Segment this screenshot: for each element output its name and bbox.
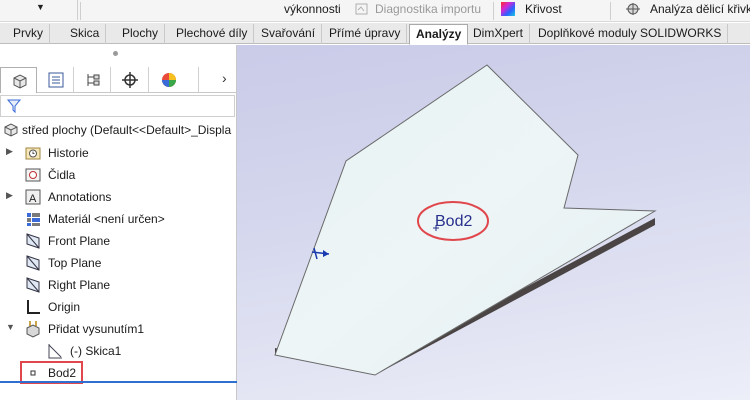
tab-solidworks-addins[interactable]: Doplňkové moduly SOLIDWORKS [532, 24, 729, 44]
property-manager-icon [48, 72, 64, 88]
feature-manager-icon [13, 74, 27, 89]
part-model: Bod2 [274, 64, 657, 376]
tab-property-manager[interactable] [37, 67, 74, 93]
tree-item-front-plane[interactable]: Front Plane [0, 230, 236, 252]
tree-item-label: Top Plane [48, 256, 102, 270]
tree-item-right-plane[interactable]: Right Plane [0, 274, 236, 296]
import-diagnostics-icon [355, 3, 368, 15]
rollback-bar[interactable] [0, 381, 237, 383]
filter-icon [6, 99, 22, 114]
tab-sheet-metal[interactable]: Plechové díly [170, 24, 255, 44]
tree-item-boss-extrude[interactable]: ▼ Přidat vysunutím1 [0, 318, 236, 340]
tree-item-label: Materiál <není určen> [48, 212, 165, 226]
tree-item-label: Čidla [48, 168, 76, 182]
tab-feature-manager[interactable] [0, 67, 37, 93]
command-tabs: Prvky Skica Plochy Plechové díly Svařová… [0, 23, 750, 45]
import-diagnostics-button[interactable]: Diagnostika importu [355, 2, 481, 16]
curvature-icon [501, 2, 515, 16]
origin-icon [27, 300, 40, 314]
tree-item-origin[interactable]: Origin [0, 296, 236, 318]
dimxpert-manager-icon [122, 72, 138, 88]
parting-line-label: Analýza dělicí křivky [650, 2, 750, 16]
tab-dimxpert[interactable]: DimXpert [467, 24, 531, 44]
tree-filter-bar[interactable] [0, 95, 235, 117]
configuration-manager-icon [87, 74, 100, 86]
history-folder-icon [25, 147, 41, 160]
part-root-node[interactable]: střed plochy (Default<<Default>_Displa [0, 121, 237, 139]
manager-tabs [0, 67, 237, 93]
expand-arrow-icon[interactable]: ▶ [6, 190, 13, 201]
tree-item-top-plane[interactable]: Top Plane [0, 252, 236, 274]
point-annotation[interactable]: Bod2 [435, 213, 472, 230]
import-diagnostics-label: Diagnostika importu [375, 2, 482, 16]
tab-direct-editing[interactable]: Přímé úpravy [323, 24, 408, 44]
sensors-icon [25, 168, 41, 182]
tab-surfaces[interactable]: Plochy [116, 24, 166, 44]
tree-item-label: Annotations [48, 190, 112, 204]
tree-item-sketch[interactable]: (-) Skica1 [0, 340, 236, 362]
extrude-icon [26, 321, 40, 338]
tree-item-material[interactable]: Materiál <není určen> [0, 208, 236, 230]
tree-item-annotations[interactable]: ▶ A Annotations [0, 186, 236, 208]
expand-arrow-icon[interactable]: ▶ [6, 146, 13, 157]
chevron-right-icon[interactable]: › [222, 70, 227, 86]
tree-item-label: Right Plane [48, 278, 111, 292]
tree-item-label: (-) Skica1 [70, 344, 122, 358]
tree-item-label: Přidat vysunutím1 [48, 322, 145, 336]
toolbar-separator [80, 2, 81, 20]
annotations-icon: A [25, 189, 41, 205]
tree-item-label: Front Plane [48, 234, 111, 248]
command-manager-toolbar: ▼ výkonnosti Diagnostika importu Křivost… [0, 0, 750, 22]
tree-item-sensors[interactable]: Čidla [0, 164, 236, 186]
tab-evaluate[interactable]: Analýzy [409, 24, 469, 45]
tab-features[interactable]: Prvky [7, 24, 50, 44]
feature-manager-panel: › střed plochy (Default<<Default>_Displa… [0, 45, 237, 400]
tab-configuration-manager[interactable] [74, 67, 111, 93]
tab-display-manager[interactable] [149, 67, 199, 93]
tab-weldments[interactable]: Svařování [255, 24, 323, 44]
graphics-viewport[interactable]: Bod2 [237, 45, 750, 400]
panel-grip-handle[interactable] [113, 51, 118, 56]
material-icon [27, 213, 40, 226]
curvature-button[interactable]: Křivost [500, 2, 562, 16]
tree-item-history[interactable]: ▶ Historie [0, 142, 236, 164]
plane-icon [26, 255, 40, 271]
tab-sketch[interactable]: Skica [64, 24, 107, 44]
toolbar-dropdown[interactable]: ▼ [0, 0, 78, 20]
display-manager-icon [162, 73, 176, 87]
tree-item-label: Historie [48, 146, 89, 160]
dropdown-arrow-icon: ▼ [36, 2, 45, 12]
parting-line-icon [626, 3, 640, 15]
sketch-icon [48, 344, 62, 359]
toolbar-separator [493, 2, 494, 20]
tab-dimxpert-manager[interactable] [111, 67, 149, 93]
parting-line-analysis-button[interactable]: Analýza dělicí křivky [624, 2, 750, 16]
tree-item-label: Origin [48, 300, 81, 314]
toolbar-separator [610, 2, 611, 20]
part-icon [4, 123, 18, 137]
collapse-arrow-icon[interactable]: ▼ [6, 322, 15, 332]
part-root-label: střed plochy (Default<<Default>_Displa [22, 123, 232, 137]
performance-evaluation-button[interactable]: výkonnosti [284, 2, 341, 16]
svg-text:A: A [29, 193, 37, 205]
plane-icon [26, 233, 40, 249]
plane-icon [26, 277, 40, 293]
